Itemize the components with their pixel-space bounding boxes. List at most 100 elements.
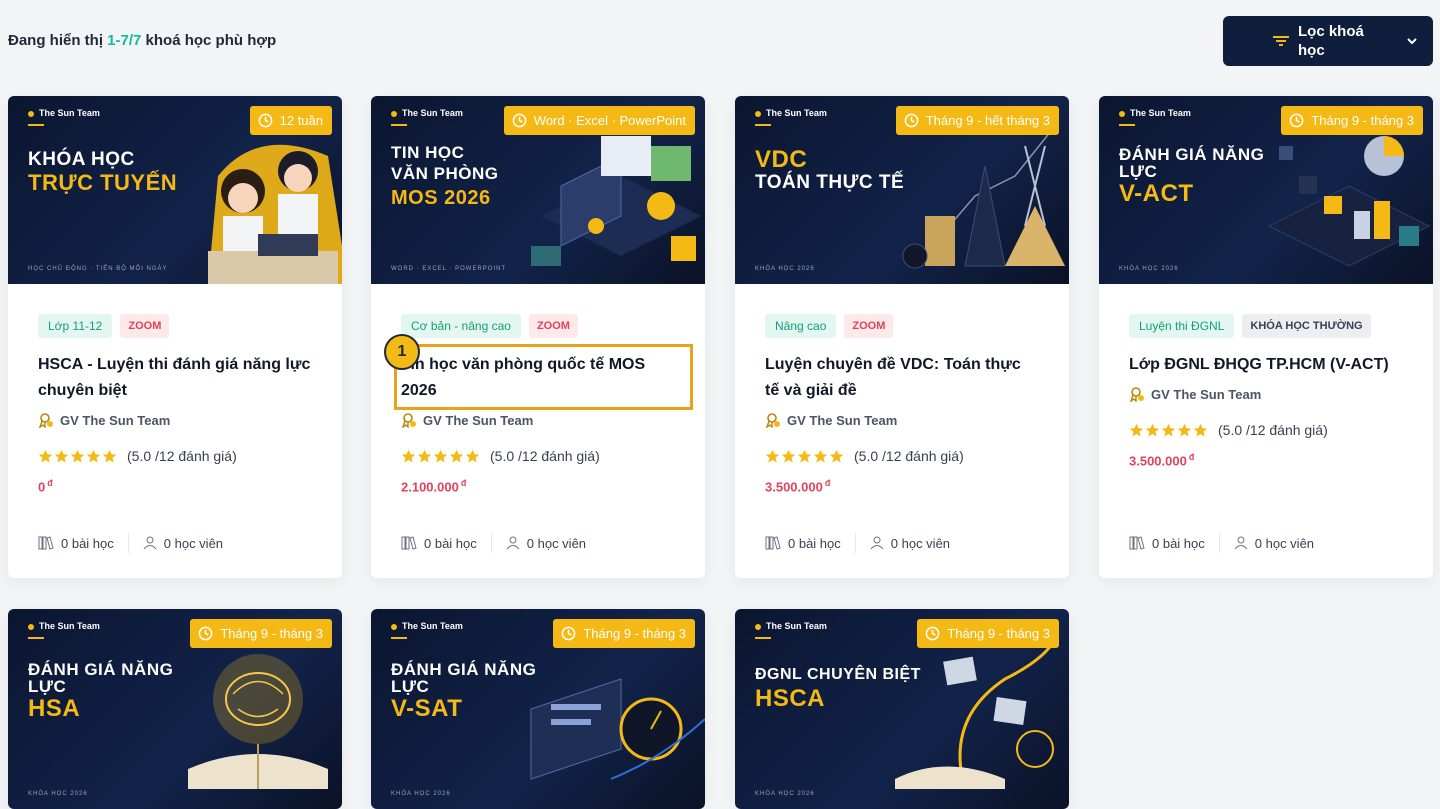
thumbnail-title: ĐÁNH GIÁ NĂNG LỰC V-ACT [1119,146,1264,208]
course-card[interactable]: The Sun Team VDC TOÁN THỰC TẾ KHÓA HỌC 2… [735,96,1069,578]
user-icon [143,536,157,550]
duration-badge: 12 tuần [249,106,332,135]
teacher-row: GV The Sun Team [1129,386,1403,402]
currency-symbol: đ [824,478,831,488]
currency-symbol: đ [47,478,53,488]
thumbnail-footer: HỌC CHỦ ĐỘNG · TIẾN BỘ MỖI NGÀY [28,266,168,272]
duration-badge: Tháng 9 - tháng 3 [917,619,1059,648]
thumbnail-title-line: TIN HỌC [391,143,465,162]
brand-underline [755,124,771,126]
books-icon [1129,536,1145,550]
user-icon [1234,536,1248,550]
course-tags: Nâng cao ZOOM [765,314,1039,338]
results-summary: Đang hiển thị 1-7/7 khoá học phù hợp [8,32,276,49]
course-price: 0đ [38,478,312,494]
course-title[interactable]: HSCA - Luyện thi đánh giá năng lực chuyê… [38,352,312,404]
star-rating [401,449,480,464]
thumbnail-footer: KHÓA HỌC 2026 [391,791,451,797]
star-icon [1177,423,1192,436]
summary-prefix: Đang hiển thị [8,32,103,49]
rating-row: (5.0 /12 đánh giá) [38,448,312,464]
star-icon [86,449,101,462]
brand-underline [391,637,407,639]
duration-badge-label: 12 tuần [279,113,323,128]
stats-divider [490,533,492,553]
books-icon [401,536,417,550]
course-card[interactable]: The Sun Team TIN HỌC VĂN PHÒNG MOS 2026 … [371,96,705,578]
course-card-body: Nâng cao ZOOM Luyện chuyên đề VDC: Toán … [735,284,1069,494]
duration-badge-label: Tháng 9 - tháng 3 [583,626,686,641]
brain-book-illustration [188,654,328,789]
course-thumbnail[interactable]: The Sun Team ĐÁNH GIÁ NĂNG LỰC V-ACT KHÓ… [1099,96,1433,284]
format-tag: KHÓA HỌC THƯỜNG [1242,314,1371,338]
filter-courses-button[interactable]: Lọc khoá học [1223,16,1433,66]
brand-label: The Sun Team [755,621,827,631]
geometry-illustration [902,125,1065,269]
format-tag: ZOOM [844,314,894,338]
course-tags: Lớp 11-12 ZOOM [38,314,312,338]
stats-divider [127,533,129,553]
annotation-marker: 1 [384,334,420,370]
course-card[interactable]: The Sun Team ĐÁNH GIÁ NĂNG LỰC V-ACT KHÓ… [1099,96,1433,578]
thumbnail-title-line: MOS 2026 [391,187,491,209]
brand-label: The Sun Team [391,108,463,118]
star-icon [829,449,844,462]
duration-badge: Tháng 9 - tháng 3 [1281,106,1423,135]
star-icon [54,449,69,462]
course-thumbnail[interactable]: The Sun Team VDC TOÁN THỰC TẾ KHÓA HỌC 2… [735,96,1069,284]
course-card[interactable]: The Sun Team ĐGNL CHUYÊN BIỆT HSCA KHÓA … [735,609,1069,809]
thumbnail-footer: KHÓA HỌC 2026 [1119,266,1179,272]
students-count: 0 học viên [526,535,587,551]
rating-row: (5.0 /12 đánh giá) [401,448,675,464]
duration-badge: Word · Excel · PowerPoint [503,106,695,135]
course-thumbnail[interactable]: The Sun Team KHÓA HỌC TRỰC TUYẾN HỌC CHỦ… [8,96,342,284]
duration-badge-label: Tháng 9 - hết tháng 3 [925,113,1050,128]
format-tag: ZOOM [120,314,170,338]
students-stat: 0 học viên [143,536,223,551]
office-laptop-illustration [531,136,701,266]
course-thumbnail[interactable]: The Sun Team ĐGNL CHUYÊN BIỆT HSCA KHÓA … [735,609,1069,809]
course-title[interactable]: Lớp ĐGNL ĐHQG TP.HCM (V-ACT) [1129,352,1403,378]
star-icon [1161,423,1176,436]
currency-symbol: đ [1188,452,1195,462]
duration-badge: Tháng 9 - tháng 3 [553,619,695,648]
star-icon [38,449,53,462]
lessons-stat: 0 bài học [401,536,477,551]
course-title[interactable]: Luyện chuyên đề VDC: Toán thực tế và giả… [765,352,1039,404]
course-card[interactable]: The Sun Team ĐÁNH GIÁ NĂNG LỰC HSA KHÓA … [8,609,342,809]
thumbnail-footer: KHÓA HỌC 2026 [755,791,815,797]
thumbnail-footer: WORD · EXCEL · POWERPOINT [391,266,507,272]
clock-icon [1290,113,1304,128]
filter-lines-icon [1273,36,1289,46]
brand-underline [391,124,407,126]
star-rating [765,449,844,464]
course-card[interactable]: The Sun Team KHÓA HỌC TRỰC TUYẾN HỌC CHỦ… [8,96,342,578]
course-thumbnail[interactable]: The Sun Team TIN HỌC VĂN PHÒNG MOS 2026 … [371,96,705,284]
clock-icon [199,626,213,641]
thumbnail-title: ĐÁNH GIÁ NĂNG LỰC HSA [28,661,173,723]
star-icon [1193,423,1208,436]
course-tags: Luyện thi ĐGNL KHÓA HỌC THƯỜNG [1129,314,1403,338]
students-illustration [208,144,342,284]
clock-icon [562,626,576,641]
course-price: 3.500.000 đ [765,478,1039,494]
course-thumbnail[interactable]: The Sun Team ĐÁNH GIÁ NĂNG LỰC HSA KHÓA … [8,609,342,809]
filter-label: Lọc khoá học [1298,23,1364,59]
lessons-count: 0 bài học [1152,535,1205,551]
duration-badge-label: Tháng 9 - tháng 3 [947,626,1050,641]
star-icon [70,449,85,462]
level-tag: Cơ bản - nâng cao [401,314,521,338]
duration-badge-label: Word · Excel · PowerPoint [533,113,686,128]
course-stats: 0 bài học 0 học viên [1129,533,1314,553]
students-count: 0 học viên [163,535,224,551]
brand-label: The Sun Team [755,108,827,118]
thumbnail-title-line: ĐÁNH GIÁ NĂNG [1119,145,1265,164]
lessons-count: 0 bài học [788,535,841,551]
thumbnail-title-line: TRỰC TUYẾN [28,170,178,195]
star-icon [1145,423,1160,436]
thumbnail-title-line: KHÓA HỌC [28,149,135,170]
thumbnail-title-line: VĂN PHÒNG [391,164,499,183]
students-stat: 0 học viên [870,536,950,551]
course-thumbnail[interactable]: The Sun Team ĐÁNH GIÁ NĂNG LỰC V-SAT KHÓ… [371,609,705,809]
course-card[interactable]: The Sun Team ĐÁNH GIÁ NĂNG LỰC V-SAT KHÓ… [371,609,705,809]
